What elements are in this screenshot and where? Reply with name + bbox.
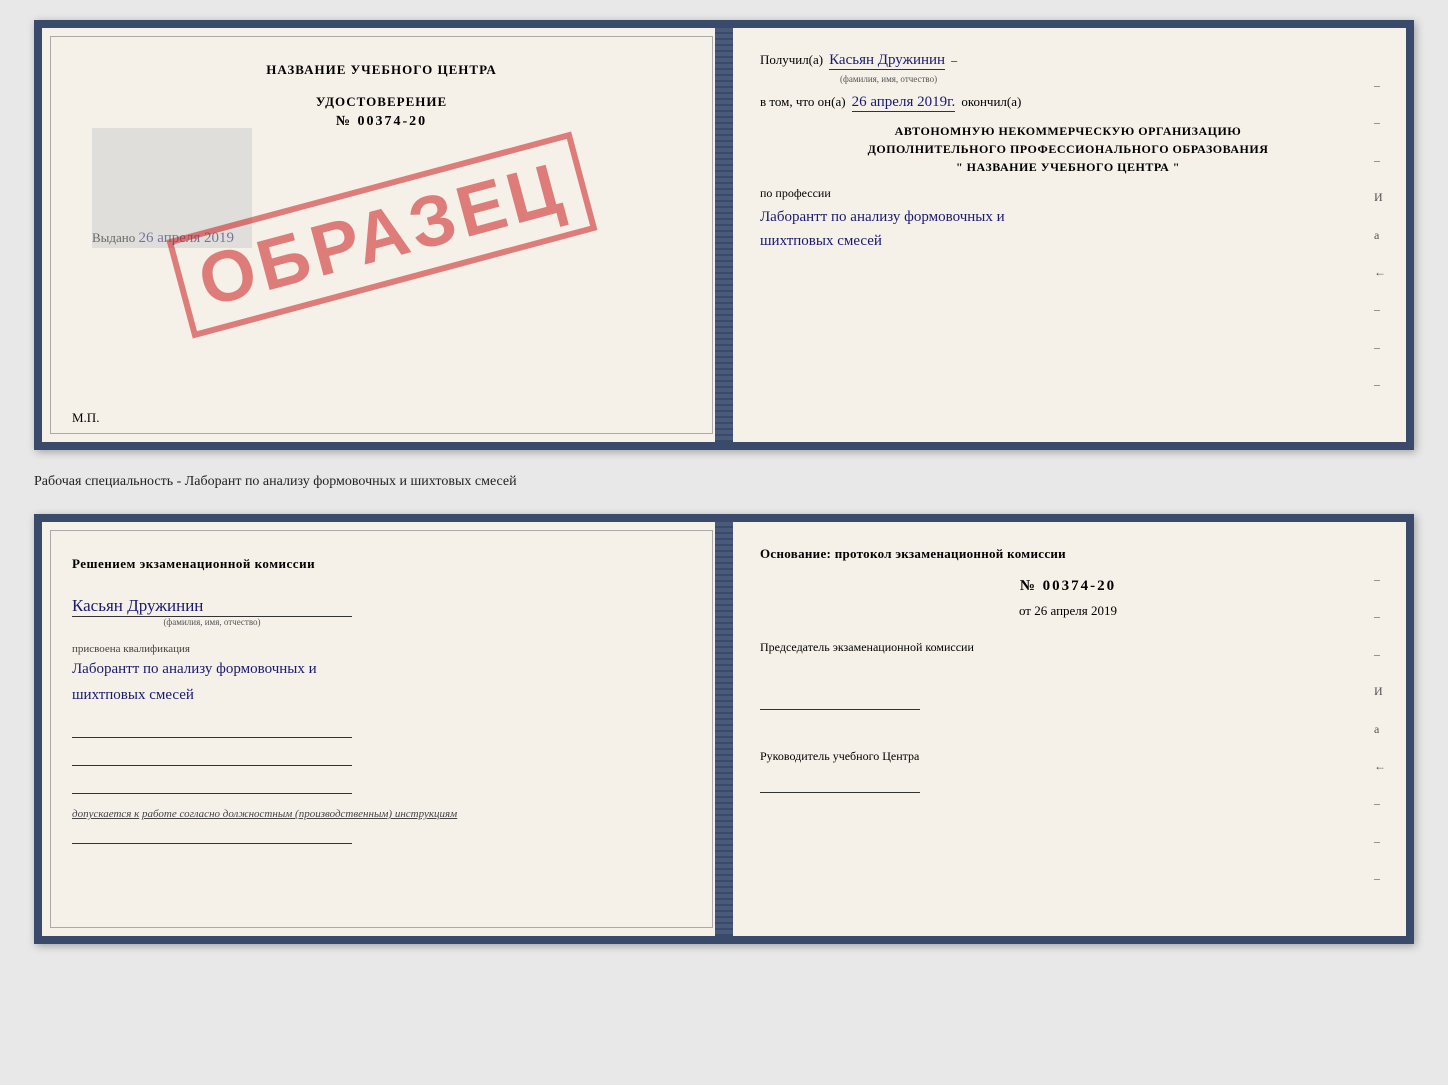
decision-title: Решением экзаменационной комиссии	[72, 556, 691, 572]
fio-sublabel-top: (фамилия, имя, отчество)	[840, 74, 1376, 84]
top-title: НАЗВАНИЕ УЧЕБНОГО ЦЕНТРА	[72, 62, 691, 78]
received-label: Получил(а)	[760, 52, 823, 68]
in-that-label: в том, что он(а)	[760, 94, 846, 110]
bottom-fio-sublabel: (фамилия, имя, отчество)	[72, 617, 352, 627]
sig-line-3	[72, 774, 352, 794]
bottom-document: Решением экзаменационной комиссии Касьян…	[34, 514, 1414, 944]
bottom-book-spine	[715, 522, 733, 936]
top-left-page: НАЗВАНИЕ УЧЕБНОГО ЦЕНТРА УДОСТОВЕРЕНИЕ №…	[42, 28, 724, 442]
chairman-sig-line	[760, 686, 920, 710]
protocol-date: от 26 апреля 2019	[760, 603, 1376, 619]
cert-photo-placeholder	[92, 128, 252, 248]
org-line3: " НАЗВАНИЕ УЧЕБНОГО ЦЕНТРА "	[760, 158, 1376, 176]
допускается-prefix: допускается к	[72, 808, 139, 820]
name-block: Касьян Дружинин (фамилия, имя, отчество)	[72, 588, 691, 627]
received-name: Касьян Дружинин	[829, 52, 945, 70]
profession-text: Лаборантт по анализу формовочных ишихтпо…	[760, 205, 1376, 253]
org-line2: ДОПОЛНИТЕЛЬНОГО ПРОФЕССИОНАЛЬНОГО ОБРАЗО…	[760, 140, 1376, 158]
profession-label: по профессии	[760, 186, 1376, 201]
org-line1: АВТОНОМНУЮ НЕКОММЕРЧЕСКУЮ ОРГАНИЗАЦИЮ	[760, 122, 1376, 140]
sig-line-2	[72, 746, 352, 766]
right-side-dashes-bottom: – – – И а ← – – –	[1374, 572, 1390, 886]
допускается-block: допускается к работе согласно должностны…	[72, 808, 691, 820]
org-block: АВТОНОМНУЮ НЕКОММЕРЧЕСКУЮ ОРГАНИЗАЦИЮ ДО…	[760, 122, 1376, 176]
right-side-dashes: – – – И а ← – – –	[1374, 78, 1390, 392]
protocol-number: № 00374-20	[760, 578, 1376, 595]
book-spine	[715, 28, 733, 442]
mp-label: М.П.	[72, 410, 99, 426]
completion-date: 26 апреля 2019г.	[852, 94, 956, 112]
bottom-left-page: Решением экзаменационной комиссии Касьян…	[42, 522, 724, 936]
bottom-name: Касьян Дружинин	[72, 596, 352, 617]
qualification-label: присвоена квалификация	[72, 643, 691, 655]
protocol-date-value: 26 апреля 2019	[1034, 603, 1117, 618]
sig-line-bottom	[72, 824, 352, 844]
osnov-title: Основание: протокол экзаменационной коми…	[760, 546, 1376, 562]
received-line: Получил(а) Касьян Дружинин –	[760, 52, 1376, 70]
sig-line-1	[72, 718, 352, 738]
specialty-label: Рабочая специальность - Лаборант по анал…	[34, 466, 1414, 498]
rukovoditel-sig-line	[760, 769, 920, 793]
finished-label: окончил(а)	[961, 94, 1021, 110]
from-label: от	[1019, 603, 1031, 618]
chairman-label: Председатель экзаменационной комиссии	[760, 639, 1376, 656]
in-that-line: в том, что он(а) 26 апреля 2019г. окончи…	[760, 94, 1376, 112]
cert-label: УДОСТОВЕРЕНИЕ	[72, 94, 691, 110]
top-right-page: Получил(а) Касьян Дружинин – (фамилия, и…	[724, 28, 1406, 442]
profession-block: по профессии Лаборантт по анализу формов…	[760, 186, 1376, 253]
bottom-right-page: Основание: протокол экзаменационной коми…	[724, 522, 1406, 936]
top-document: НАЗВАНИЕ УЧЕБНОГО ЦЕНТРА УДОСТОВЕРЕНИЕ №…	[34, 20, 1414, 450]
signature-lines	[72, 718, 691, 794]
qualification-text: Лаборантт по анализу формовочных ишихтпо…	[72, 657, 691, 708]
rukovoditel-label: Руководитель учебного Центра	[760, 748, 1376, 765]
допускается-text-underline: работе согласно должностным (производств…	[142, 808, 457, 820]
